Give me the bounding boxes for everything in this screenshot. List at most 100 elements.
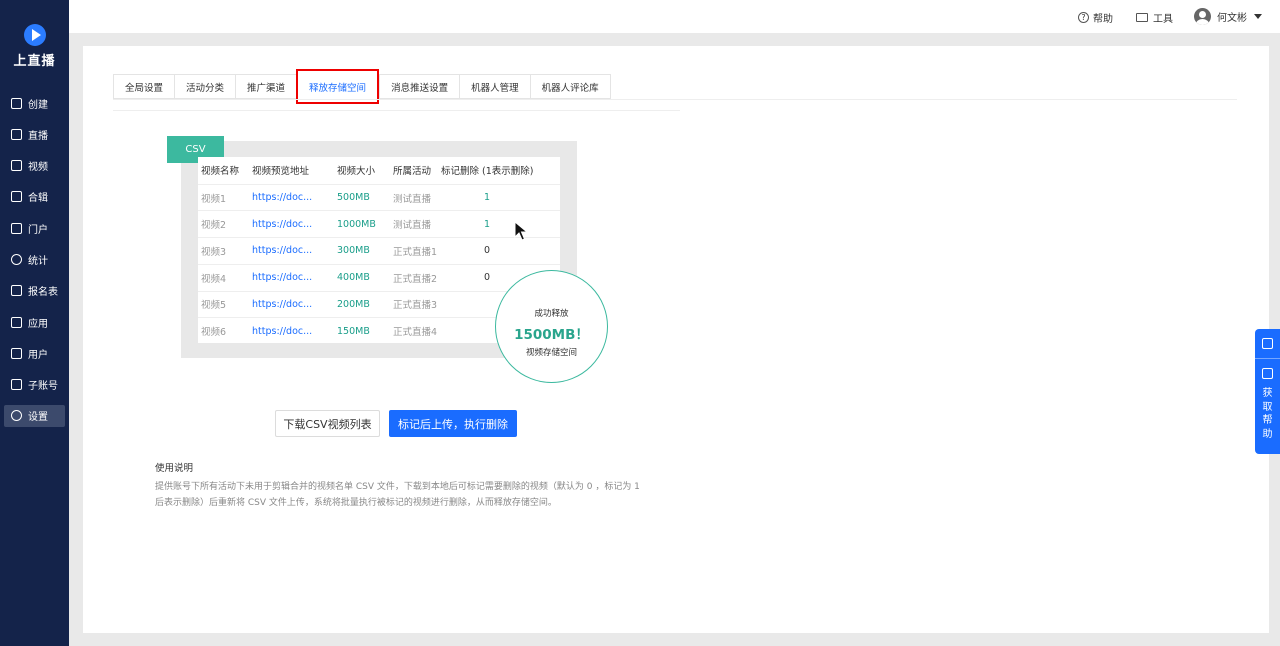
floating-help-panel: 获取帮助: [1255, 329, 1280, 454]
tab-5[interactable]: 机器人管理: [459, 74, 530, 99]
plus-square-icon: [11, 97, 22, 109]
video-name: 视频6: [201, 327, 227, 339]
download-icon[interactable]: [1262, 338, 1273, 349]
video-url: https://doc...: [252, 218, 313, 230]
sub-account-icon: [11, 379, 22, 391]
table-row: 视频2 https://doc... 1000MB 测试直播 1: [198, 210, 560, 237]
column-header: 标记删除 (1表示删除): [441, 166, 534, 178]
get-help-button[interactable]: 获取帮助: [1255, 387, 1280, 441]
table-row: 视频1 https://doc... 500MB 测试直播 1: [198, 183, 560, 211]
video-name: 视频1: [201, 193, 227, 205]
download-csv-button[interactable]: 下载CSV视频列表: [275, 410, 380, 437]
sidebar-item-label: 门户: [28, 224, 48, 236]
video-activity: 正式直播3: [393, 300, 438, 312]
apps-grid-icon: [11, 316, 22, 328]
upload-and-delete-button[interactable]: 标记后上传，执行删除: [389, 410, 517, 437]
sidebar-item-label: 直播: [28, 130, 48, 142]
tools-link[interactable]: 工具: [1136, 10, 1173, 25]
sidebar-item-6[interactable]: 报名表: [4, 280, 65, 302]
main-card: 全局设置 活动分类 推广渠道 释放存储空间 消息推送设置 机器人管理 机器人评论库 CSV …: [83, 46, 1269, 633]
sidebar-item-label: 创建: [28, 99, 48, 111]
delete-mark: 1: [484, 192, 491, 204]
video-url: https://doc...: [252, 245, 313, 257]
video-size: 200MB: [337, 298, 370, 310]
success-line3: 视频存储空间: [525, 348, 577, 358]
video-url: https://doc...: [252, 272, 313, 284]
sidebar-item-3[interactable]: 合辑: [4, 186, 65, 208]
form-icon: [11, 285, 22, 297]
collection-icon: [11, 191, 22, 203]
monitor-icon: [11, 222, 22, 234]
sidebar-item-label: 子账号: [28, 381, 58, 393]
sidebar-item-label: 用户: [28, 349, 48, 361]
video-url: https://doc...: [252, 298, 313, 310]
video-url: https://doc...: [252, 325, 313, 337]
sidebar: 上直播 创建直播视频合辑门户统计报名表应用用户子账号设置: [0, 0, 69, 646]
tab-6[interactable]: 机器人评论库: [529, 74, 611, 99]
logo[interactable]: 上直播: [0, 24, 69, 69]
sidebar-item-10[interactable]: 设置: [4, 404, 65, 427]
column-header: 视频大小: [337, 166, 376, 178]
video-name: 视频3: [201, 246, 227, 258]
delete-mark: 1: [484, 218, 491, 230]
tabs-divider: [113, 99, 1237, 100]
help-link[interactable]: ? 帮助: [1078, 10, 1113, 25]
success-line1: 成功释放: [534, 309, 569, 319]
topbar: ? 帮助 工具 何文彬: [69, 0, 1280, 33]
user-menu[interactable]: 何文彬: [1194, 8, 1262, 25]
logo-play-icon: [23, 24, 46, 46]
film-icon: [11, 160, 22, 172]
help-text: 提供账号下所有活动下未用于剪辑合并的视频名单 CSV 文件，下载到本地后可标记需…: [155, 482, 640, 508]
video-activity: 正式直播2: [393, 273, 438, 285]
content-divider: [113, 110, 680, 111]
sidebar-item-9[interactable]: 子账号: [4, 374, 65, 396]
sidebar-item-4[interactable]: 门户: [4, 217, 65, 239]
video-name: 视频2: [201, 220, 227, 232]
sidebar-item-7[interactable]: 应用: [4, 311, 65, 333]
sidebar-nav: 创建直播视频合辑门户统计报名表应用用户子账号设置: [4, 92, 65, 436]
column-header: 视频名称: [201, 166, 240, 178]
tools-label: 工具: [1153, 14, 1173, 25]
table-row: 视频3 https://doc... 300MB 正式直播1 0: [198, 237, 560, 264]
sidebar-item-label: 统计: [28, 255, 48, 267]
sidebar-item-label: 应用: [28, 318, 48, 330]
tab-0[interactable]: 全局设置: [113, 74, 175, 99]
logo-text: 上直播: [13, 54, 56, 69]
sidebar-item-label: 设置: [28, 412, 48, 424]
success-amount: 1500MB！: [514, 327, 589, 343]
mouse-cursor-icon: [514, 221, 528, 241]
column-header: 视频预览地址: [252, 166, 310, 178]
user-name: 何文彬: [1217, 13, 1247, 24]
video-size: 150MB: [337, 325, 370, 337]
avatar: [1194, 8, 1211, 25]
sidebar-item-1[interactable]: 直播: [4, 123, 65, 145]
delete-mark: 0: [484, 272, 491, 284]
help-label: 帮助: [1093, 14, 1113, 25]
tab-2[interactable]: 推广渠道: [235, 74, 297, 99]
help-title: 使用说明: [155, 463, 194, 474]
video-size: 400MB: [337, 272, 370, 284]
pie-chart-icon: [11, 253, 22, 265]
delete-mark: 0: [484, 245, 491, 257]
video-size: 1000MB: [337, 218, 376, 230]
sidebar-item-0[interactable]: 创建: [4, 92, 65, 114]
float-divider: [1255, 358, 1280, 359]
tab-1[interactable]: 活动分类: [174, 74, 236, 99]
video-activity: 测试直播: [393, 220, 432, 232]
video-name: 视频4: [201, 273, 227, 285]
sidebar-item-8[interactable]: 用户: [4, 342, 65, 364]
video-size: 300MB: [337, 245, 370, 257]
sidebar-item-label: 视频: [28, 162, 48, 174]
video-activity: 测试直播: [393, 193, 432, 205]
gear-icon: [11, 410, 22, 422]
sidebar-item-label: 合辑: [28, 193, 48, 205]
sidebar-item-2[interactable]: 视频: [4, 155, 65, 177]
caret-down-icon: [1254, 14, 1262, 19]
sidebar-item-5[interactable]: 统计: [4, 248, 65, 270]
video-size: 500MB: [337, 192, 370, 204]
success-badge: 成功释放 1500MB！ 视频存储空间: [495, 270, 608, 383]
column-header: 所属活动: [393, 166, 432, 178]
document-icon[interactable]: [1262, 368, 1273, 379]
video-name: 视频5: [201, 300, 227, 312]
tab-4[interactable]: 消息推送设置: [379, 74, 460, 99]
